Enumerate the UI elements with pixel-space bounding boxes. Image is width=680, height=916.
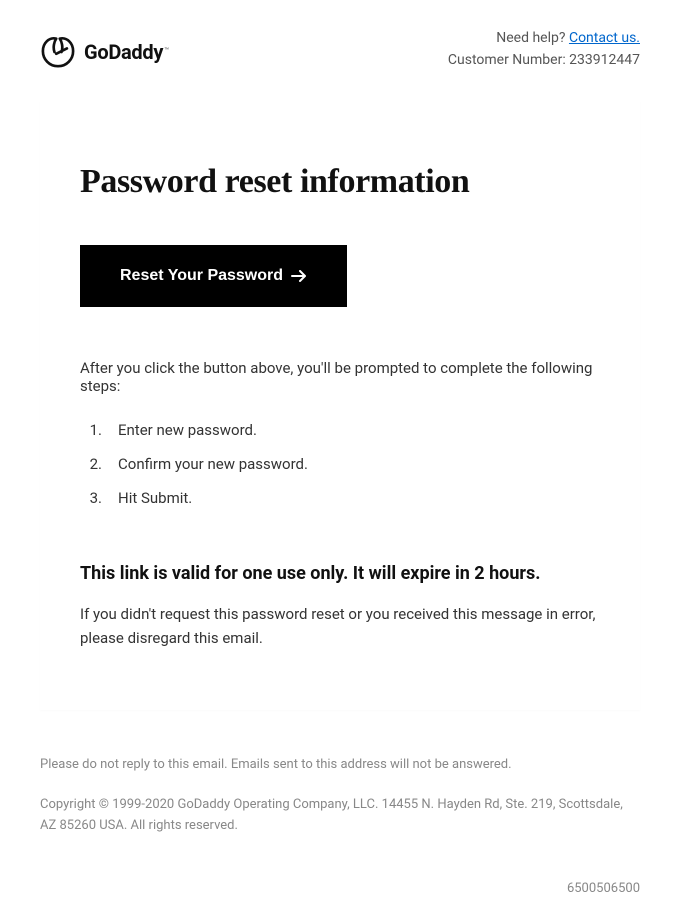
steps-list: 1. Enter new password. 2. Confirm your n… [80,413,600,515]
email-footer: Please do not reply to this email. Email… [40,754,640,836]
step-number: 2. [80,455,102,473]
step-text: Hit Submit. [118,489,192,507]
brand-logo: GoDaddy™ [40,28,169,68]
step-number: 3. [80,489,102,507]
list-item: 3. Hit Submit. [80,481,600,515]
header-support: Need help? Contact us. Customer Number: … [448,28,640,71]
no-reply-notice: Please do not reply to this email. Email… [40,754,640,775]
list-item: 2. Confirm your new password. [80,447,600,481]
reference-number: 6500506500 [0,881,640,916]
reset-button-label: Reset Your Password [120,267,283,285]
reset-password-button[interactable]: Reset Your Password [80,245,347,307]
customer-number: Customer Number: 233912447 [448,50,640,72]
validity-heading: This link is valid for one use only. It … [80,563,600,584]
brand-name: GoDaddy™ [84,40,169,64]
email-body-card: Password reset information Reset Your Pa… [40,101,640,710]
disclaimer-text: If you didn't request this password rese… [80,602,600,650]
email-header: GoDaddy™ Need help? Contact us. Customer… [0,0,680,89]
help-prefix: Need help? [496,30,569,46]
list-item: 1. Enter new password. [80,413,600,447]
step-text: Confirm your new password. [118,455,308,473]
intro-text: After you click the button above, you'll… [80,359,600,395]
godaddy-logo-icon [40,36,76,68]
copyright-notice: Copyright © 1999-2020 GoDaddy Operating … [40,794,640,837]
step-number: 1. [80,421,102,439]
step-text: Enter new password. [118,421,257,439]
contact-link[interactable]: Contact us. [569,30,640,46]
arrow-right-icon [291,270,307,282]
page-title: Password reset information [80,163,600,201]
